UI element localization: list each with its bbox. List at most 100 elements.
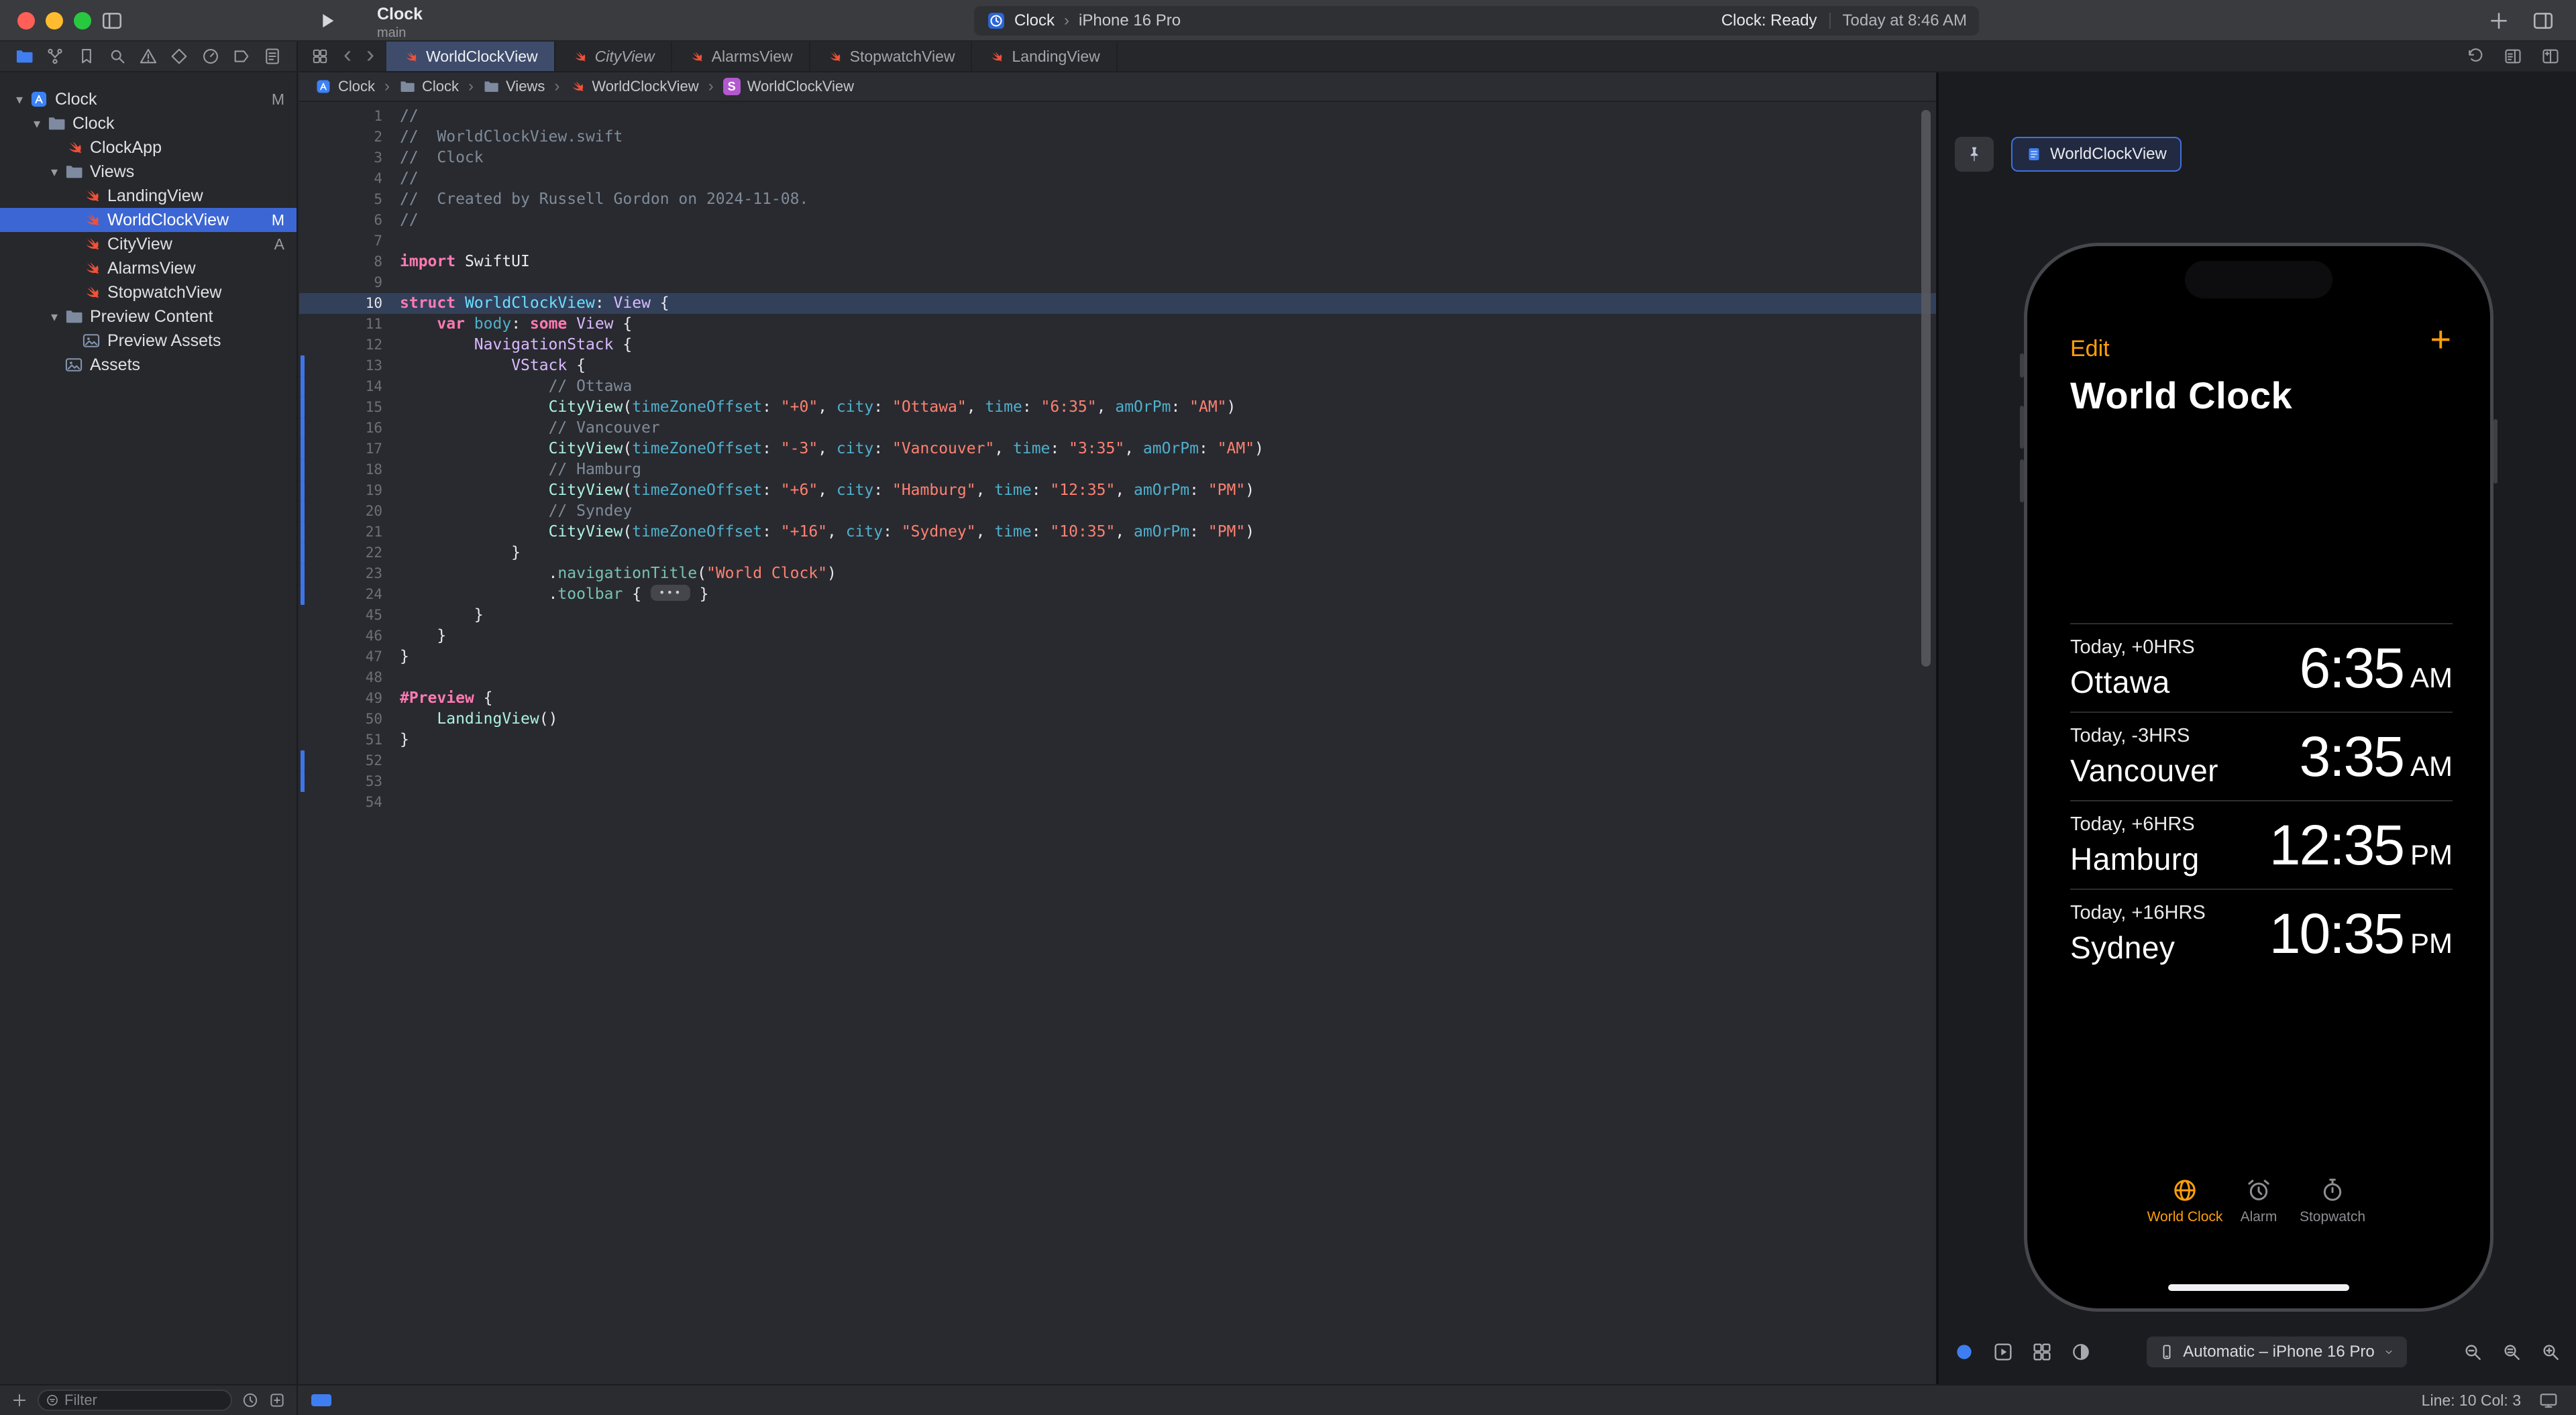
code-line[interactable]: 16 // Vancouver [299, 418, 1936, 439]
breakpoint-navigator-icon[interactable] [232, 47, 251, 66]
code-line[interactable]: 45 } [299, 605, 1936, 626]
go-forward-button[interactable]: › [366, 42, 374, 70]
breadcrumb-item[interactable]: WorldClockView [569, 78, 698, 95]
tree-item[interactable]: ▾Views [0, 160, 297, 184]
line-number[interactable]: 11 [299, 314, 400, 335]
line-number[interactable]: 18 [299, 459, 400, 480]
line-number[interactable]: 1 [299, 106, 400, 127]
line-number[interactable]: 8 [299, 251, 400, 272]
code-line[interactable]: 21 CityView(timeZoneOffset: "+16", city:… [299, 522, 1936, 543]
project-navigator-icon[interactable] [15, 47, 34, 66]
world-clock-row[interactable]: Today, +0HRSOttawa6:35AM [2070, 623, 2453, 712]
history-icon[interactable] [2466, 47, 2485, 66]
zoom-window-button[interactable] [74, 12, 91, 30]
editor-indicator[interactable] [311, 1394, 331, 1406]
variants-button[interactable] [2031, 1341, 2053, 1363]
tree-item[interactable]: Preview Assets [0, 329, 297, 353]
phone-tab-globe[interactable]: World Clock [2153, 1177, 2217, 1225]
line-number[interactable]: 19 [299, 480, 400, 501]
code-line[interactable]: 48 [299, 667, 1936, 688]
line-number[interactable]: 17 [299, 439, 400, 459]
code-line[interactable]: 11 var body: some View { [299, 314, 1936, 335]
scheme-name[interactable]: Clock [1014, 11, 1055, 30]
editor-tab[interactable]: LandingView [972, 42, 1117, 71]
breadcrumb-item[interactable]: SWorldClockView [723, 78, 854, 95]
toggle-inspector-icon[interactable] [2532, 9, 2555, 32]
line-number[interactable]: 16 [299, 418, 400, 439]
code-line[interactable]: 5// Created by Russell Gordon on 2024-11… [299, 189, 1936, 210]
line-number[interactable]: 49 [299, 688, 400, 709]
code-line[interactable]: 50 LandingView() [299, 709, 1936, 730]
world-clock-row[interactable]: Today, -3HRSVancouver3:35AM [2070, 712, 2453, 800]
disclosure-icon[interactable]: ▾ [44, 308, 64, 325]
run-button[interactable] [317, 10, 338, 32]
tree-item[interactable]: ▾ClockM [0, 87, 297, 111]
test-navigator-icon[interactable] [170, 47, 189, 66]
line-number[interactable]: 23 [299, 563, 400, 584]
phone-tab-stopwatch[interactable]: Stopwatch [2300, 1177, 2365, 1225]
breadcrumb-item[interactable]: Views [483, 78, 545, 95]
filter-field[interactable]: Filter [38, 1390, 232, 1411]
code-line[interactable]: 7 [299, 231, 1936, 251]
line-number[interactable]: 54 [299, 792, 400, 813]
tree-item[interactable]: ▾Preview Content [0, 304, 297, 329]
minimize-window-button[interactable] [46, 12, 63, 30]
code-line[interactable]: 4// [299, 168, 1936, 189]
breadcrumb-item[interactable]: Clock [399, 78, 459, 95]
source-control-filter-icon[interactable] [268, 1392, 286, 1409]
line-number[interactable]: 15 [299, 397, 400, 418]
code-line[interactable]: 1// [299, 106, 1936, 127]
code-line[interactable]: 51} [299, 730, 1936, 750]
disclosure-icon[interactable]: ▾ [44, 164, 64, 180]
zoom-fit-button[interactable] [2501, 1341, 2522, 1363]
code-line[interactable]: 2// WorldClockView.swift [299, 127, 1936, 148]
line-number[interactable]: 47 [299, 646, 400, 667]
code-line[interactable]: 12 NavigationStack { [299, 335, 1936, 355]
disclosure-icon[interactable]: ▾ [27, 115, 47, 132]
line-number[interactable]: 6 [299, 210, 400, 231]
line-number[interactable]: 50 [299, 709, 400, 730]
code-line[interactable]: 20 // Syndey [299, 501, 1936, 522]
tree-item[interactable]: WorldClockViewM [0, 208, 297, 232]
selectable-preview-button[interactable] [1992, 1341, 2014, 1363]
line-number[interactable]: 52 [299, 750, 400, 771]
code-line[interactable]: 47} [299, 646, 1936, 667]
related-items-icon[interactable] [311, 48, 329, 65]
code-line[interactable]: 46 } [299, 626, 1936, 646]
add-file-icon[interactable] [11, 1392, 28, 1409]
color-scheme-button[interactable] [2070, 1341, 2092, 1363]
code-line[interactable]: 24 .toolbar { ••• } [299, 584, 1936, 605]
line-number[interactable]: 14 [299, 376, 400, 397]
line-number[interactable]: 10 [299, 293, 400, 314]
line-number[interactable]: 13 [299, 355, 400, 376]
disclosure-icon[interactable]: ▾ [9, 91, 30, 108]
editor-tab[interactable]: WorldClockView [386, 42, 555, 71]
breadcrumb-item[interactable]: Clock [315, 78, 375, 95]
add-editor-icon[interactable] [2541, 47, 2560, 66]
code-line[interactable]: 6// [299, 210, 1936, 231]
debug-navigator-icon[interactable] [201, 47, 220, 66]
editor-scrollbar[interactable] [1921, 110, 1931, 667]
code-line[interactable]: 10struct WorldClockView: View { [299, 293, 1936, 314]
line-number[interactable]: 24 [299, 584, 400, 605]
code-line[interactable]: 9 [299, 272, 1936, 293]
preview-tab[interactable]: WorldClockView [2011, 137, 2182, 172]
line-number[interactable]: 4 [299, 168, 400, 189]
code-line[interactable]: 18 // Hamburg [299, 459, 1936, 480]
code-line[interactable]: 17 CityView(timeZoneOffset: "-3", city: … [299, 439, 1936, 459]
line-number[interactable]: 21 [299, 522, 400, 543]
active-scheme[interactable]: Clock main [377, 5, 423, 41]
world-clock-row[interactable]: Today, +6HRSHamburg12:35PM [2070, 800, 2453, 889]
home-indicator[interactable] [2168, 1284, 2349, 1291]
report-navigator-icon[interactable] [263, 47, 282, 66]
editor-tab[interactable]: AlarmsView [672, 42, 810, 71]
line-number[interactable]: 51 [299, 730, 400, 750]
code-line[interactable]: 15 CityView(timeZoneOffset: "+0", city: … [299, 397, 1936, 418]
tree-item[interactable]: Assets [0, 353, 297, 377]
close-window-button[interactable] [17, 12, 35, 30]
tree-item[interactable]: CityViewA [0, 232, 297, 256]
run-destination[interactable]: iPhone 16 Pro [1079, 11, 1181, 30]
live-preview-button[interactable] [1953, 1341, 1975, 1363]
device-selector[interactable]: Automatic – iPhone 16 Pro [2147, 1337, 2407, 1367]
code-editor[interactable]: 1//2// WorldClockView.swift3// Clock4//5… [299, 102, 1936, 1384]
